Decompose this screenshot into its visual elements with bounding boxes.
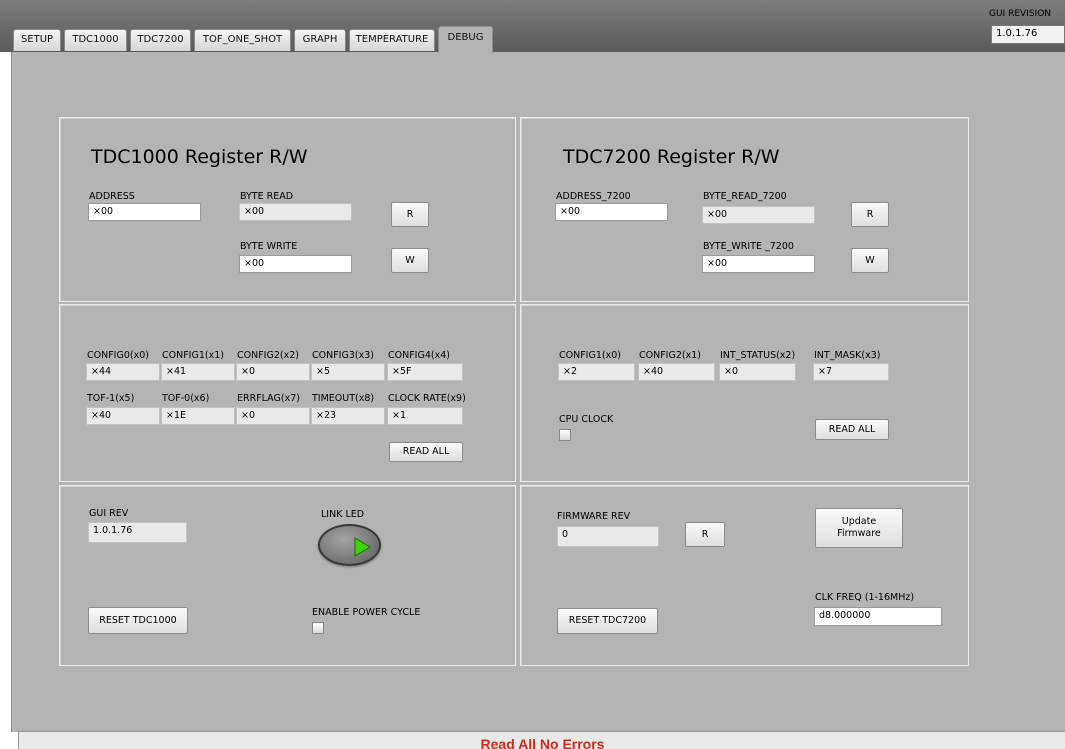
tdc7200-address-label: ADDRESS_7200 — [556, 191, 631, 202]
tdc7200-reg-label: CONFIG1(x0) — [559, 350, 621, 361]
update-firmware-label-line2: Firmware — [837, 528, 881, 539]
tdc1000-address-input[interactable]: ×00 — [88, 203, 201, 221]
cpu-clock-label: CPU CLOCK — [559, 414, 614, 425]
tdc7200-reg-field: ×0 — [719, 363, 796, 381]
play-arrow-icon — [354, 537, 371, 557]
tab-graph[interactable]: GRAPH — [294, 29, 346, 51]
status-bar: Read All No Errors — [18, 731, 1065, 749]
clk-freq-label: CLK FREQ (1-16MHz) — [815, 592, 915, 603]
tdc7200-byte-read-label: BYTE_READ_7200 — [703, 191, 787, 202]
clk-freq-input[interactable]: d8.000000 — [814, 607, 942, 626]
tdc7200-read-all-button[interactable]: READ ALL — [815, 419, 889, 440]
tdc1000-reg-label: CONFIG3(x3) — [312, 350, 374, 361]
tdc1000-reg-field: ×5F — [387, 363, 463, 381]
gui-revision-field: 1.0.1.76 — [991, 25, 1065, 44]
tab-setup[interactable]: SETUP — [13, 29, 61, 51]
enable-power-cycle-label: ENABLE POWER CYCLE — [312, 607, 421, 618]
tdc1000-reg-field: ×5 — [311, 363, 385, 381]
gui-revision-label: GUI REVISION — [989, 9, 1052, 19]
tdc1000-reg-field: ×0 — [236, 407, 310, 425]
tdc1000-reg-label: ERRFLAG(x7) — [237, 393, 300, 404]
tdc1000-reg-label: CONFIG4(x4) — [388, 350, 450, 361]
gui-rev-field: 1.0.1.76 — [88, 522, 187, 543]
tdc1000-reg-field: ×0 — [236, 363, 310, 381]
status-message: Read All No Errors — [480, 736, 605, 749]
tdc1000-rw-title: TDC1000 Register R/W — [91, 146, 308, 168]
gui-rev-label: GUI REV — [89, 508, 129, 519]
tdc7200-address-input[interactable]: ×00 — [555, 203, 668, 221]
tdc7200-reg-label: INT_MASK(x3) — [814, 350, 881, 361]
reset-tdc7200-button[interactable]: RESET TDC7200 — [557, 608, 658, 634]
tdc1000-read-all-button[interactable]: READ ALL — [389, 442, 463, 462]
tdc1000-write-button[interactable]: W — [391, 248, 429, 273]
tab-debug[interactable]: DEBUG — [438, 26, 493, 53]
tdc1000-reg-label: CONFIG1(x1) — [162, 350, 224, 361]
tdc1000-reg-field: ×41 — [161, 363, 235, 381]
firmware-rev-field: 0 — [557, 526, 659, 547]
tdc1000-reg-label: CONFIG0(x0) — [87, 350, 149, 361]
tdc1000-reg-field: ×23 — [311, 407, 385, 425]
tdc7200-registers-section — [520, 304, 969, 482]
tab-tdc1000[interactable]: TDC1000 — [64, 29, 127, 51]
tdc7200-rw-title: TDC7200 Register R/W — [563, 146, 780, 168]
tdc7200-byte-write-label: BYTE_WRITE _7200 — [703, 241, 794, 252]
tdc7200-byte-read-field: ×00 — [702, 206, 815, 224]
tdc7200-reg-field: ×40 — [638, 363, 715, 381]
tdc1000-byte-read-field: ×00 — [239, 203, 352, 221]
link-led-label: LINK LED — [321, 509, 365, 520]
tdc7200-byte-write-input[interactable]: ×00 — [702, 255, 815, 273]
cpu-clock-checkbox[interactable] — [559, 429, 571, 441]
tdc7200-write-button[interactable]: W — [851, 248, 889, 273]
tdc1000-reg-field: ×1 — [387, 407, 463, 425]
tdc1000-reg-field: ×40 — [86, 407, 160, 425]
firmware-rev-label: FIRMWARE REV — [557, 511, 631, 522]
tab-tof-one-shot[interactable]: TOF_ONE_SHOT — [194, 29, 291, 51]
tdc1000-byte-read-label: BYTE READ — [240, 191, 294, 202]
enable-power-cycle-checkbox[interactable] — [312, 622, 324, 634]
reset-tdc1000-button[interactable]: RESET TDC1000 — [88, 607, 188, 634]
firmware-read-button[interactable]: R — [685, 522, 725, 547]
tdc1000-reg-field: ×1E — [161, 407, 235, 425]
tdc7200-reg-label: INT_STATUS(x2) — [720, 350, 796, 361]
tdc7200-read-button[interactable]: R — [851, 202, 889, 227]
tdc1000-reg-field: ×44 — [86, 363, 160, 381]
link-led-indicator — [318, 524, 381, 566]
tdc1000-reg-label: TOF-0(x6) — [162, 393, 210, 404]
tdc1000-reg-label: TIMEOUT(x8) — [312, 393, 375, 404]
tab-temperature[interactable]: TEMPERATURE — [349, 29, 435, 51]
tab-tdc7200[interactable]: TDC7200 — [130, 29, 191, 51]
tdc7200-reg-field: ×7 — [813, 363, 889, 381]
tdc1000-reg-label: CONFIG2(x2) — [237, 350, 299, 361]
tdc1000-read-button[interactable]: R — [391, 202, 429, 227]
update-firmware-label-line1: Update — [841, 516, 877, 527]
tdc1000-reg-label: CLOCK RATE(x9) — [388, 393, 466, 404]
tdc1000-byte-write-input[interactable]: ×00 — [239, 255, 352, 273]
tdc7200-reg-label: CONFIG2(x1) — [639, 350, 701, 361]
tdc1000-address-label: ADDRESS — [89, 191, 135, 202]
update-firmware-button[interactable]: Update Firmware — [815, 508, 903, 548]
tdc7200-reg-field: ×2 — [558, 363, 635, 381]
tdc1000-reg-label: TOF-1(x5) — [87, 393, 135, 404]
tdc1000-byte-write-label: BYTE WRITE — [240, 241, 298, 252]
